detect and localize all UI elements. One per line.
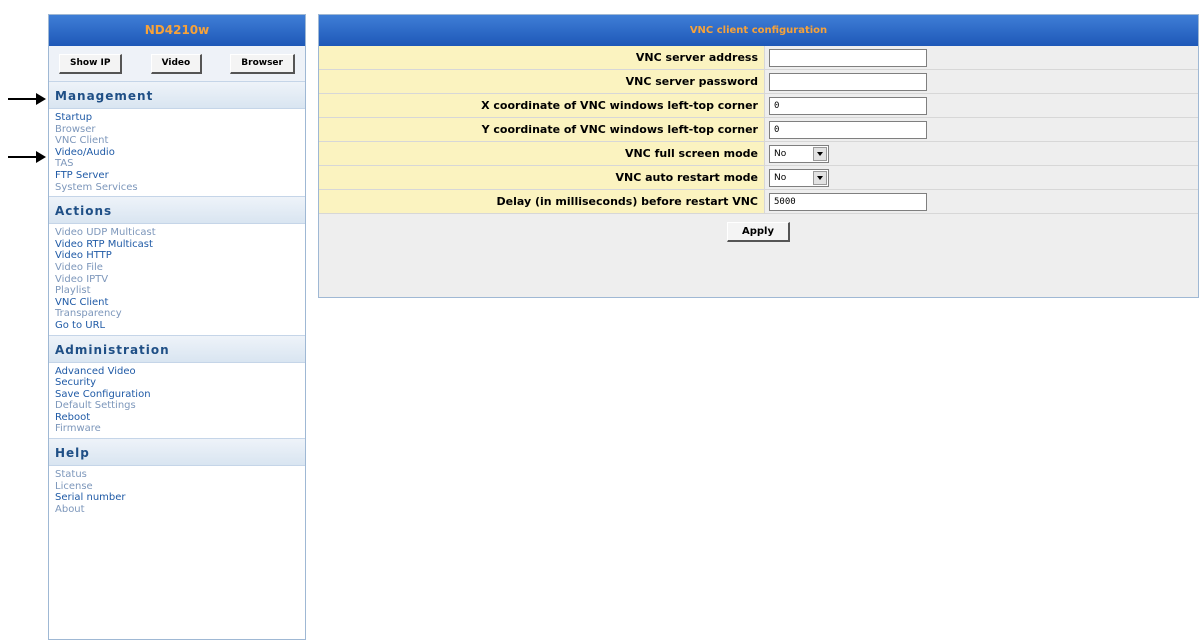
sidebar-item-about[interactable]: About [55, 504, 305, 516]
sidebar-item-reboot[interactable]: Reboot [55, 412, 305, 424]
field-cell [765, 70, 1198, 93]
section-header-help: Help [49, 438, 305, 467]
sidebar-item-video-iptv[interactable]: Video IPTV [55, 274, 305, 286]
sidebar-item-startup[interactable]: Startup [55, 112, 305, 124]
pointer-arrow-vnc-client [8, 150, 46, 164]
sidebar-item-tas[interactable]: TAS [55, 158, 305, 170]
field-cell: No [765, 166, 1198, 189]
device-title: ND4210w [49, 15, 305, 46]
form-row: Y coordinate of VNC windows left-top cor… [319, 118, 1198, 142]
selected-value: No [774, 172, 787, 183]
field-label: VNC auto restart mode [319, 166, 765, 189]
selected-value: No [774, 148, 787, 159]
sidebar-item-go-to-url[interactable]: Go to URL [55, 320, 305, 332]
menu-list-actions: Video UDP Multicast Video RTP Multicast Vi… [49, 224, 305, 334]
field-label: VNC full screen mode [319, 142, 765, 165]
y-coordinate-of-vnc-windows-left-top-corner-input[interactable] [769, 120, 927, 139]
apply-button[interactable]: Apply [726, 222, 790, 242]
section-header-actions: Actions [49, 196, 305, 225]
sidebar-sections: Management Startup Browser VNC Client Video/… [49, 81, 305, 518]
sidebar-item-ftp-server[interactable]: FTP Server [55, 170, 305, 182]
vnc-full-screen-mode-select[interactable]: No [769, 144, 829, 163]
field-cell [765, 118, 1198, 141]
vnc-config-panel: VNC client configuration VNC server addr… [318, 14, 1199, 298]
sidebar-item-vnc-client[interactable]: VNC Client [55, 297, 305, 309]
sidebar-item-playlist[interactable]: Playlist [55, 285, 305, 297]
pointer-arrow-management [8, 92, 46, 106]
sidebar-item-system-services[interactable]: System Services [55, 182, 305, 194]
form-row: X coordinate of VNC windows left-top cor… [319, 94, 1198, 118]
sidebar-item-video-file[interactable]: Video File [55, 262, 305, 274]
sidebar-item-status[interactable]: Status [55, 469, 305, 481]
config-form: VNC server address VNC server password X c… [319, 46, 1198, 214]
sidebar-item-default-settings[interactable]: Default Settings [55, 400, 305, 412]
field-cell [765, 46, 1198, 69]
form-row: Delay (in milliseconds) before restart V… [319, 190, 1198, 214]
sidebar-item-video-udp-multicast[interactable]: Video UDP Multicast [55, 227, 305, 239]
section-header-administration: Administration [49, 334, 305, 363]
x-coordinate-of-vnc-windows-left-top-corner-input[interactable] [769, 96, 927, 115]
sidebar-item-video-rtp-multicast[interactable]: Video RTP Multicast [55, 239, 305, 251]
browser-button[interactable]: Browser [230, 53, 295, 74]
menu-list-administration: Advanced Video Security Save Configuration… [49, 363, 305, 439]
field-label: Y coordinate of VNC windows left-top cor… [319, 118, 765, 141]
top-button-bar: Show IP Video Browser [49, 46, 305, 81]
form-row: VNC server password [319, 70, 1198, 94]
menu-list-help: Status License Serial number About [49, 466, 305, 518]
apply-row: Apply [319, 214, 1198, 250]
field-label: Delay (in milliseconds) before restart V… [319, 190, 765, 213]
sidebar-item-security[interactable]: Security [55, 377, 305, 389]
dropdown-arrow-icon[interactable] [813, 170, 827, 185]
form-row: VNC auto restart mode No [319, 166, 1198, 190]
form-row: VNC full screen mode No [319, 142, 1198, 166]
show-ip-button[interactable]: Show IP [59, 53, 123, 74]
vnc-server-address-input[interactable] [769, 48, 927, 67]
sidebar-item-video-audio[interactable]: Video/Audio [55, 147, 305, 159]
field-label: VNC server address [319, 46, 765, 69]
field-cell [765, 190, 1198, 213]
section-header-management: Management [49, 81, 305, 109]
sidebar-item-transparency[interactable]: Transparency [55, 308, 305, 320]
menu-list-management: Startup Browser VNC Client Video/Audio TAS FT… [49, 109, 305, 196]
sidebar: ND4210w Show IP Video Browser Management… [48, 14, 306, 640]
field-cell [765, 94, 1198, 117]
delay-in-milliseconds-before-restart-vnc-input[interactable] [769, 192, 927, 211]
video-button[interactable]: Video [150, 53, 203, 74]
field-label: VNC server password [319, 70, 765, 93]
sidebar-item-video-http[interactable]: Video HTTP [55, 250, 305, 262]
sidebar-item-vnc-client[interactable]: VNC Client [55, 135, 305, 147]
sidebar-item-firmware[interactable]: Firmware [55, 423, 305, 435]
sidebar-item-license[interactable]: License [55, 481, 305, 493]
vnc-auto-restart-mode-select[interactable]: No [769, 168, 829, 187]
vnc-server-password-input[interactable] [769, 72, 927, 91]
sidebar-item-browser[interactable]: Browser [55, 124, 305, 136]
sidebar-item-save-configuration[interactable]: Save Configuration [55, 389, 305, 401]
form-row: VNC server address [319, 46, 1198, 70]
field-label: X coordinate of VNC windows left-top cor… [319, 94, 765, 117]
panel-title: VNC client configuration [319, 15, 1198, 46]
dropdown-arrow-icon[interactable] [813, 146, 827, 161]
sidebar-item-serial-number[interactable]: Serial number [55, 492, 305, 504]
sidebar-item-advanced-video[interactable]: Advanced Video [55, 366, 305, 378]
field-cell: No [765, 142, 1198, 165]
